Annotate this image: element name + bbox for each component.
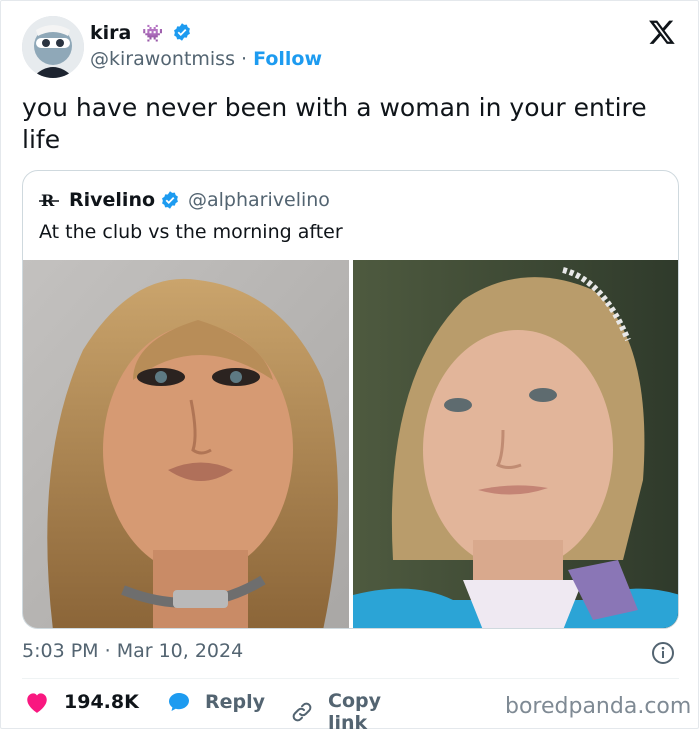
follow-button[interactable]: Follow (253, 48, 322, 70)
author-handle[interactable]: @kirawontmiss (90, 48, 235, 70)
like-count: 194.8K (64, 691, 139, 713)
author-emoji: 👾 (141, 24, 164, 44)
copy-link-button[interactable]: Copy link (290, 690, 381, 734)
tweet-text: you have never been with a woman in your… (22, 93, 647, 154)
like-button[interactable]: 194.8K (24, 690, 139, 714)
copy-link-label: Copy link (328, 690, 381, 734)
separator: · (241, 48, 248, 70)
date-separator: · (104, 640, 111, 662)
info-icon[interactable] (651, 641, 675, 665)
avatar[interactable] (22, 16, 84, 78)
verified-badge-icon (172, 22, 192, 47)
quoted-author-handle[interactable]: @alpharivelino (188, 189, 330, 211)
watermark: boredpanda.com (505, 694, 692, 719)
quoted-author-name[interactable]: Rivelino (69, 189, 155, 211)
author-name[interactable]: kira (90, 22, 131, 44)
photo-left[interactable] (23, 260, 349, 628)
quoted-tweet[interactable]: R Rivelino @alpharivelino At the club vs… (22, 170, 679, 629)
author-handle-line: @kirawontmiss · Follow (90, 48, 322, 70)
reply-label: Reply (205, 691, 266, 713)
link-icon (290, 700, 314, 724)
tweet-date: Mar 10, 2024 (116, 640, 244, 662)
tweet-time: 5:03 PM (22, 640, 99, 662)
reply-icon (167, 690, 191, 714)
divider (22, 678, 679, 679)
heart-icon (24, 690, 50, 714)
x-logo-icon[interactable] (648, 18, 676, 46)
reply-button[interactable]: Reply (167, 690, 265, 714)
verified-badge-icon (160, 190, 180, 214)
tweet-timestamp[interactable]: 5:03 PM · Mar 10, 2024 (22, 640, 243, 662)
photo-right[interactable] (353, 260, 678, 628)
rivelino-avatar-icon: R (39, 190, 59, 210)
author-name-row[interactable]: kira 👾 (90, 22, 192, 47)
quoted-text: At the club vs the morning after (39, 221, 343, 243)
